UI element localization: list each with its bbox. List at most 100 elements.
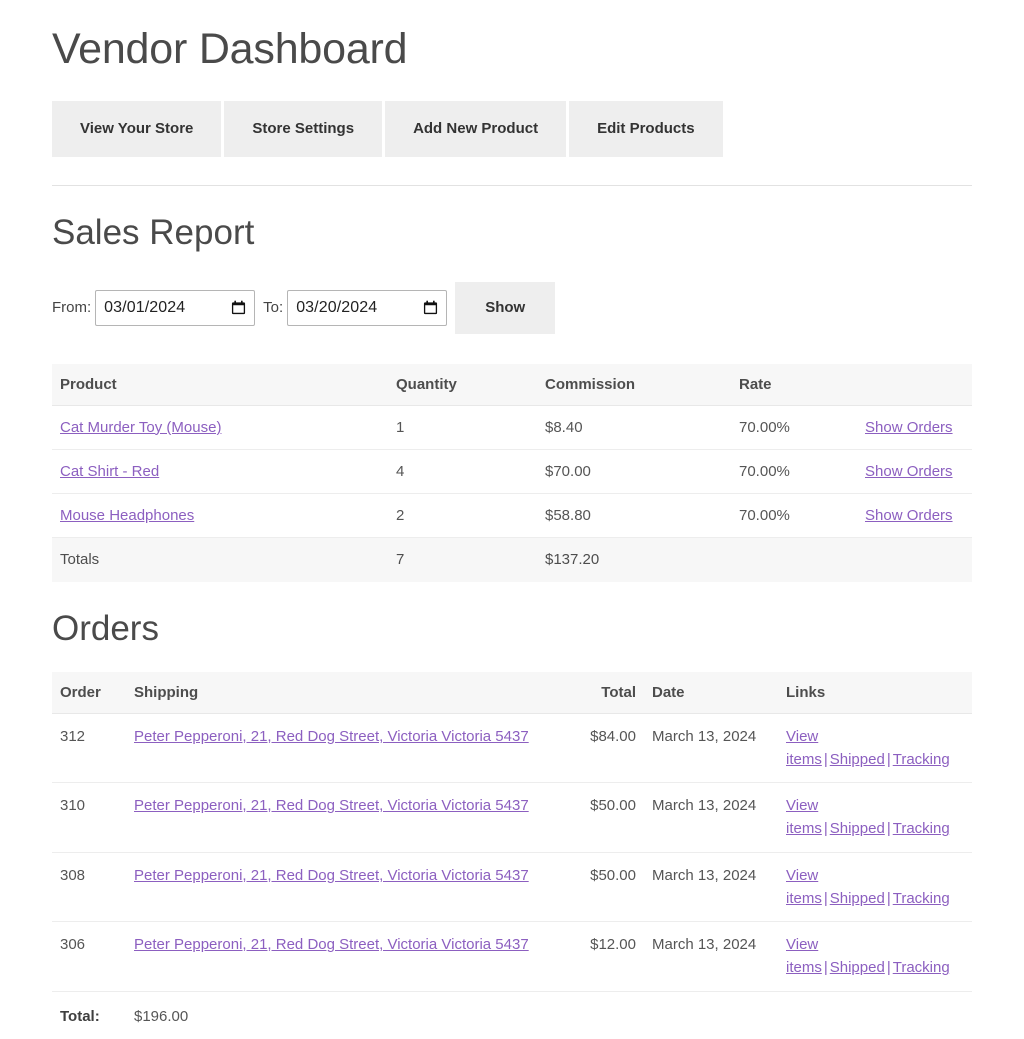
link-separator: | (823, 889, 828, 907)
sales-totals-row: Totals 7 $137.20 (52, 537, 972, 582)
product-link[interactable]: Cat Shirt - Red (60, 463, 159, 480)
shipping-address-link[interactable]: Peter Pepperoni, 21, Red Dog Street, Vic… (134, 728, 529, 745)
orders-col-links: Links (778, 671, 972, 714)
order-number-cell: 308 (52, 852, 126, 923)
order-date-cell: March 13, 2024 (644, 921, 778, 992)
orders-grand-total-row: Total: $196.00 (52, 991, 972, 1039)
show-orders-link[interactable]: Show Orders (865, 463, 953, 480)
link-separator: | (886, 820, 891, 838)
nav-button-edit-products[interactable]: Edit Products (569, 100, 723, 157)
order-date-cell: March 13, 2024 (644, 852, 778, 923)
order-link-shipped[interactable]: Shipped (830, 820, 885, 837)
page-title: Vendor Dashboard (52, 25, 408, 73)
order-date-cell: March 13, 2024 (644, 713, 778, 784)
vendor-dashboard-page: Vendor Dashboard View Your Store Store Se… (0, 24, 1024, 1039)
link-separator: | (823, 959, 828, 977)
order-link-view-items[interactable]: View items (786, 936, 822, 976)
orders-col-total: Total (562, 671, 644, 714)
order-links-cell: View items | Shipped | Tracking (778, 852, 972, 923)
product-link[interactable]: Cat Murder Toy (Mouse) (60, 419, 221, 436)
order-number-cell: 306 (52, 921, 126, 992)
sales-commission-cell: $70.00 (537, 449, 731, 495)
nav-button-add-new-product[interactable]: Add New Product (385, 100, 567, 157)
nav-button-store-settings[interactable]: Store Settings (224, 100, 383, 157)
orders-total-label: Total: (52, 991, 126, 1039)
order-number-cell: 310 (52, 782, 126, 853)
sales-rate-cell: 70.00% (731, 493, 857, 539)
to-date-value: 03/20/2024 (296, 298, 378, 316)
orders-col-order: Order (52, 671, 126, 714)
sales-actions-cell: Show Orders (857, 493, 972, 539)
order-link-tracking[interactable]: Tracking (893, 890, 950, 907)
sales-quantity-cell: 1 (388, 405, 537, 450)
order-shipping-cell: Peter Pepperoni, 21, Red Dog Street, Vic… (126, 921, 562, 992)
sales-actions-cell: Show Orders (857, 449, 972, 495)
order-total-cell: $50.00 (562, 852, 644, 923)
from-date-input[interactable]: 03/01/2024 (95, 289, 256, 326)
sales-col-actions (857, 363, 972, 406)
show-orders-link[interactable]: Show Orders (865, 419, 953, 436)
sales-table-row: Cat Murder Toy (Mouse) 1 $8.40 70.00% Show O… (52, 405, 972, 450)
orders-col-date: Date (644, 671, 778, 714)
order-total-cell: $50.00 (562, 782, 644, 853)
sales-col-commission: Commission (537, 363, 731, 406)
orders-heading: Orders (52, 608, 159, 648)
sales-col-quantity: Quantity (388, 363, 537, 406)
sales-quantity-cell: 2 (388, 493, 537, 539)
sales-product-cell: Cat Murder Toy (Mouse) (52, 405, 388, 450)
shipping-address-link[interactable]: Peter Pepperoni, 21, Red Dog Street, Vic… (134, 936, 529, 953)
sales-quantity-cell: 4 (388, 449, 537, 495)
calendar-icon[interactable] (423, 300, 438, 315)
order-link-shipped[interactable]: Shipped (830, 751, 885, 768)
orders-table-row: 312 Peter Pepperoni, 21, Red Dog Street, … (52, 713, 972, 784)
order-link-shipped[interactable]: Shipped (830, 959, 885, 976)
order-link-tracking[interactable]: Tracking (893, 820, 950, 837)
order-links-cell: View items | Shipped | Tracking (778, 782, 972, 853)
sales-totals-actions (857, 537, 972, 582)
orders-total-value: $196.00 (126, 991, 972, 1039)
order-link-view-items[interactable]: View items (786, 728, 822, 768)
date-filter-row: From: 03/01/2024 To: 03/20/2024 Show (52, 281, 972, 334)
calendar-icon[interactable] (231, 300, 246, 315)
sales-product-cell: Cat Shirt - Red (52, 449, 388, 495)
order-total-cell: $84.00 (562, 713, 644, 784)
sales-col-rate: Rate (731, 363, 857, 406)
shipping-address-link[interactable]: Peter Pepperoni, 21, Red Dog Street, Vic… (134, 797, 529, 814)
sales-col-product: Product (52, 363, 388, 406)
order-link-shipped[interactable]: Shipped (830, 890, 885, 907)
sales-actions-cell: Show Orders (857, 405, 972, 450)
nav-button-view-your-store[interactable]: View Your Store (52, 100, 222, 157)
orders-table-header-row: Order Shipping Total Date Links (52, 671, 972, 714)
order-link-tracking[interactable]: Tracking (893, 959, 950, 976)
to-label: To: (263, 299, 284, 317)
link-separator: | (886, 889, 891, 907)
shipping-address-link[interactable]: Peter Pepperoni, 21, Red Dog Street, Vic… (134, 867, 529, 884)
sales-rate-cell: 70.00% (731, 405, 857, 450)
orders-table-row: 306 Peter Pepperoni, 21, Red Dog Street, … (52, 921, 972, 992)
sales-table-row: Cat Shirt - Red 4 $70.00 70.00% Show Orders (52, 449, 972, 495)
link-separator: | (886, 959, 891, 977)
sales-product-cell: Mouse Headphones (52, 493, 388, 539)
show-orders-link[interactable]: Show Orders (865, 507, 953, 524)
link-separator: | (823, 820, 828, 838)
to-date-input[interactable]: 03/20/2024 (287, 289, 448, 326)
show-button[interactable]: Show (455, 281, 556, 334)
order-date-cell: March 13, 2024 (644, 782, 778, 853)
order-shipping-cell: Peter Pepperoni, 21, Red Dog Street, Vic… (126, 713, 562, 784)
sales-report-table: Product Quantity Commission Rate Cat Mur… (52, 363, 972, 582)
sales-totals-rate (731, 537, 857, 582)
sales-report-heading: Sales Report (52, 212, 255, 252)
orders-table: Order Shipping Total Date Links 312 Peter… (52, 671, 972, 1039)
product-link[interactable]: Mouse Headphones (60, 507, 194, 524)
sales-rate-cell: 70.00% (731, 449, 857, 495)
sales-totals-label: Totals (52, 537, 388, 582)
sales-totals-commission: $137.20 (537, 537, 731, 582)
link-separator: | (823, 750, 828, 768)
sales-totals-quantity: 7 (388, 537, 537, 582)
order-link-tracking[interactable]: Tracking (893, 751, 950, 768)
order-link-view-items[interactable]: View items (786, 867, 822, 907)
order-link-view-items[interactable]: View items (786, 797, 822, 837)
sales-table-header-row: Product Quantity Commission Rate (52, 363, 972, 406)
order-links-cell: View items | Shipped | Tracking (778, 713, 972, 784)
sales-commission-cell: $58.80 (537, 493, 731, 539)
